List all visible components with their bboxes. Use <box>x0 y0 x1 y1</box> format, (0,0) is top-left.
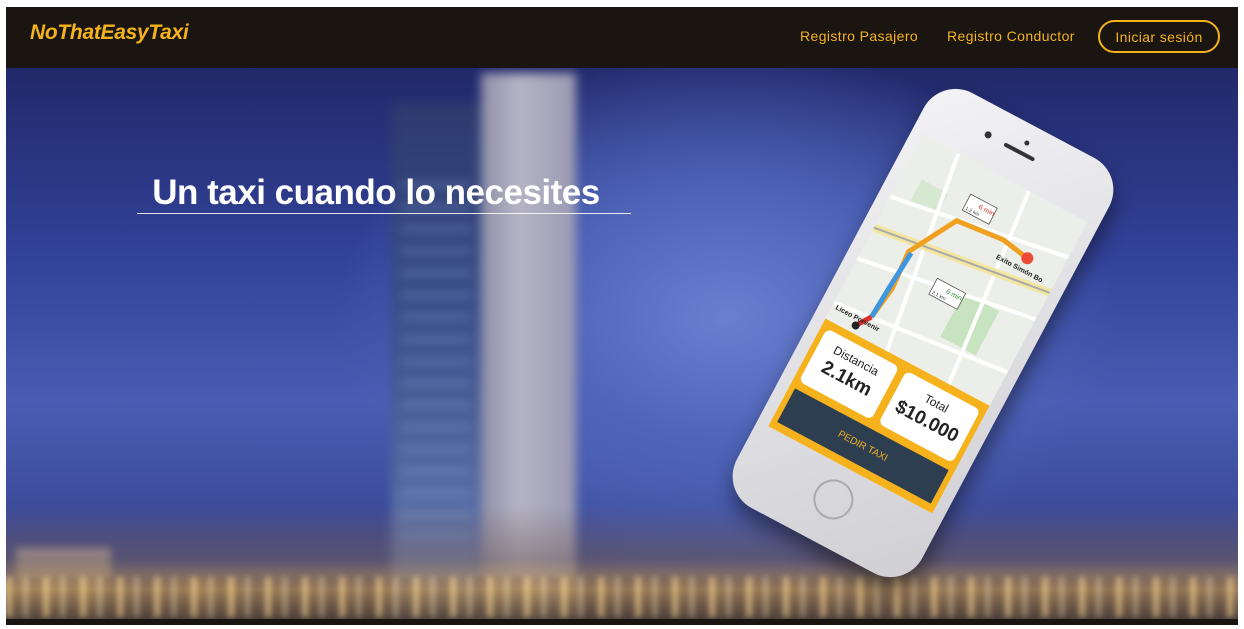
hero-divider <box>137 213 631 214</box>
hero-title: Un taxi cuando lo necesites <box>152 173 600 213</box>
bottom-strip <box>6 619 1238 625</box>
phone-sensor <box>1023 139 1031 147</box>
navbar: NoThatEasyTaxi Registro Pasajero Registr… <box>6 7 1238 68</box>
nav-link-registro-pasajero[interactable]: Registro Pasajero <box>800 28 918 44</box>
page: NoThatEasyTaxi Registro Pasajero Registr… <box>6 7 1238 625</box>
phone-speaker <box>1003 142 1036 162</box>
phone-home-button <box>806 472 861 527</box>
phone-body: 6 min 1,2 km 6 min 2,1 km Exito Simón Bo… <box>719 76 1127 590</box>
phone-screen: 6 min 1,2 km 6 min 2,1 km Exito Simón Bo… <box>768 134 1088 514</box>
brand-logo[interactable]: NoThatEasyTaxi <box>30 21 189 45</box>
nav-link-registro-conductor[interactable]: Registro Conductor <box>947 28 1075 44</box>
login-button[interactable]: Iniciar sesión <box>1098 20 1220 53</box>
hero-section: Un taxi cuando lo necesites 6 min 1,2 km… <box>6 68 1238 625</box>
phone-mockup: 6 min 1,2 km 6 min 2,1 km Exito Simón Bo… <box>719 76 1128 606</box>
phone-camera <box>983 130 993 140</box>
